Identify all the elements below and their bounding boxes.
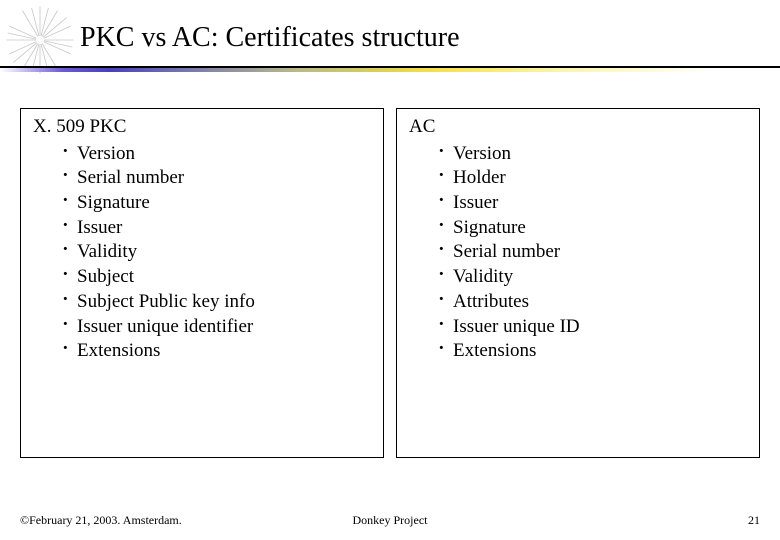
starburst-icon [5, 5, 75, 75]
left-column: X. 509 PKC Version Serial number Signatu… [20, 108, 384, 458]
slide: PKC vs AC: Certificates structure X. 509… [0, 0, 780, 540]
list-item: Serial number [61, 166, 373, 191]
list-item: Subject [61, 265, 373, 290]
footer-project: Donkey Project [0, 513, 780, 528]
list-item: Validity [437, 265, 749, 290]
right-heading: AC [409, 115, 749, 140]
content-columns: X. 509 PKC Version Serial number Signatu… [20, 108, 760, 458]
left-heading: X. 509 PKC [33, 115, 373, 140]
list-item: Version [61, 142, 373, 167]
right-column: AC Version Holder Issuer Signature Seria… [396, 108, 760, 458]
right-list: Version Holder Issuer Signature Serial n… [407, 142, 749, 364]
list-item: Issuer unique ID [437, 315, 749, 340]
list-item: Signature [61, 191, 373, 216]
list-item: Signature [437, 216, 749, 241]
list-item: Issuer [437, 191, 749, 216]
list-item: Extensions [61, 339, 373, 364]
slide-title: PKC vs AC: Certificates structure [80, 22, 460, 54]
slide-number: 21 [748, 513, 760, 528]
left-list: Version Serial number Signature Issuer V… [31, 142, 373, 364]
list-item: Subject Public key info [61, 290, 373, 315]
title-divider [0, 66, 780, 72]
list-item: Issuer [61, 216, 373, 241]
list-item: Extensions [437, 339, 749, 364]
list-item: Holder [437, 166, 749, 191]
list-item: Issuer unique identifier [61, 315, 373, 340]
list-item: Validity [61, 240, 373, 265]
list-item: Serial number [437, 240, 749, 265]
list-item: Version [437, 142, 749, 167]
list-item: Attributes [437, 290, 749, 315]
